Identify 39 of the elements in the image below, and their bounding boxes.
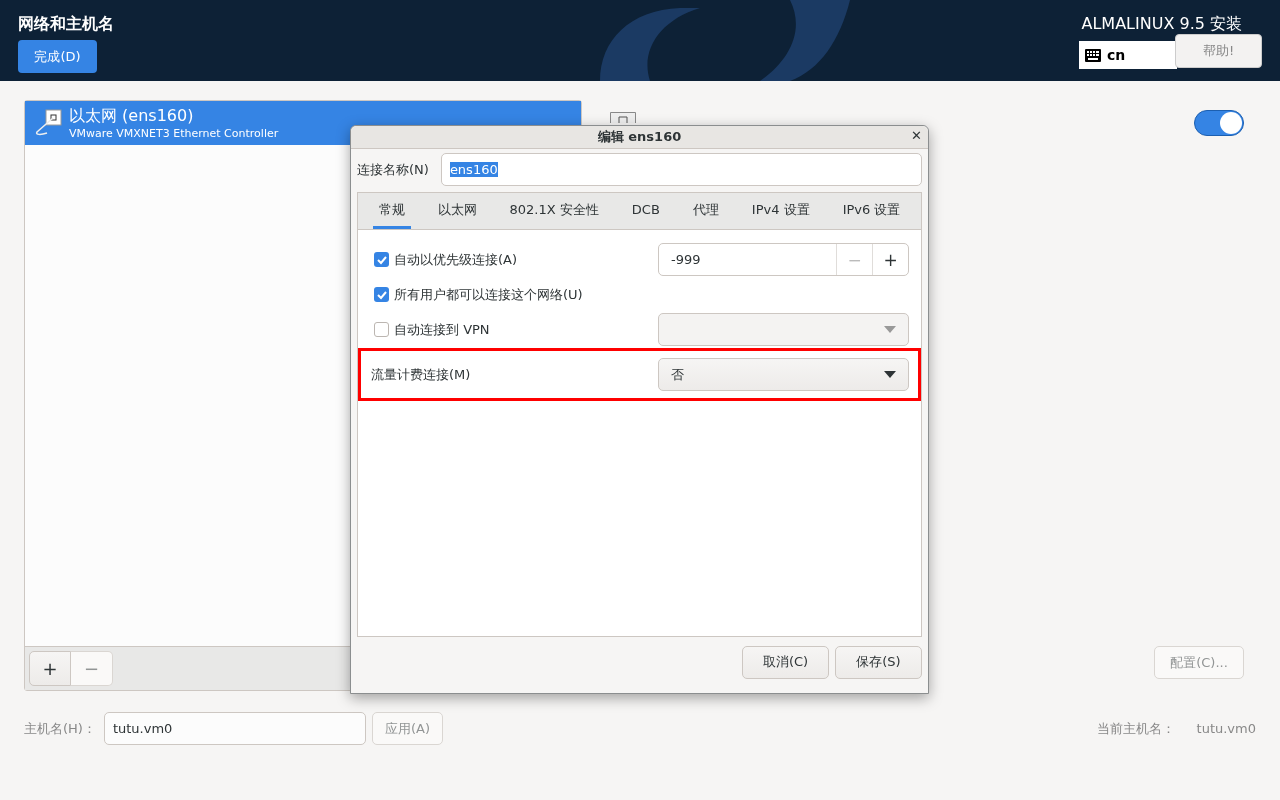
keyboard-layout-indicator[interactable]: cn (1079, 41, 1177, 69)
option-label: 自动以优先级连接(A) (394, 250, 518, 269)
option-label: 所有用户都可以连接这个网络(U) (394, 285, 583, 304)
hostname-label: 主机名(H)： (24, 719, 96, 738)
done-button[interactable]: 完成(D) (18, 40, 97, 73)
caret-icon (884, 371, 896, 378)
hostname-field[interactable]: tutu.vm0 (103, 712, 366, 745)
option-label: 自动连接到 VPN (394, 320, 490, 339)
caret-icon (884, 326, 896, 333)
close-button[interactable]: ✕ (911, 128, 922, 143)
option-label: 流量计费连接(M) (371, 365, 471, 384)
tab[interactable]: 常规 (372, 193, 411, 229)
metered-dropdown[interactable]: 否 (658, 358, 909, 391)
checkbox[interactable] (374, 287, 389, 302)
connection-name: 以太网 (ens160) (69, 106, 195, 127)
cancel-button[interactable]: 取消(C) (742, 645, 829, 679)
connection-name-field[interactable]: ens160 (440, 153, 922, 186)
network-device-icon (610, 112, 636, 123)
checkbox[interactable] (374, 322, 389, 337)
checkbox[interactable] (374, 252, 389, 267)
tab[interactable]: IPv6 设置 (836, 193, 907, 229)
increment-button[interactable]: + (872, 244, 908, 275)
toggle-switch[interactable] (1194, 110, 1244, 136)
tab[interactable]: 802.1X 安全性 (503, 193, 605, 229)
tab[interactable]: DCB (625, 193, 666, 229)
ethernet-cable-icon (33, 108, 63, 138)
page-title: 网络和主机名 (18, 14, 114, 35)
current-hostname-label: 当前主机名： (1096, 719, 1175, 738)
current-hostname: tutu.vm0 (1196, 721, 1256, 736)
tab[interactable]: IPv4 设置 (745, 193, 816, 229)
tab[interactable]: 代理 (686, 193, 725, 229)
tab[interactable]: 以太网 (431, 193, 483, 229)
connection-name-label: 连接名称(N) (357, 160, 429, 179)
keyboard-icon (1085, 48, 1101, 62)
connection-description: VMware VMXNET3 Ethernet Controller (69, 127, 279, 140)
dialog-title: 编辑 ens160 (597, 128, 682, 146)
product-title: ALMALINUX 9.5 安装 (1081, 14, 1242, 35)
save-button[interactable]: 保存(S) (835, 645, 922, 679)
add-button[interactable]: + (29, 651, 71, 686)
